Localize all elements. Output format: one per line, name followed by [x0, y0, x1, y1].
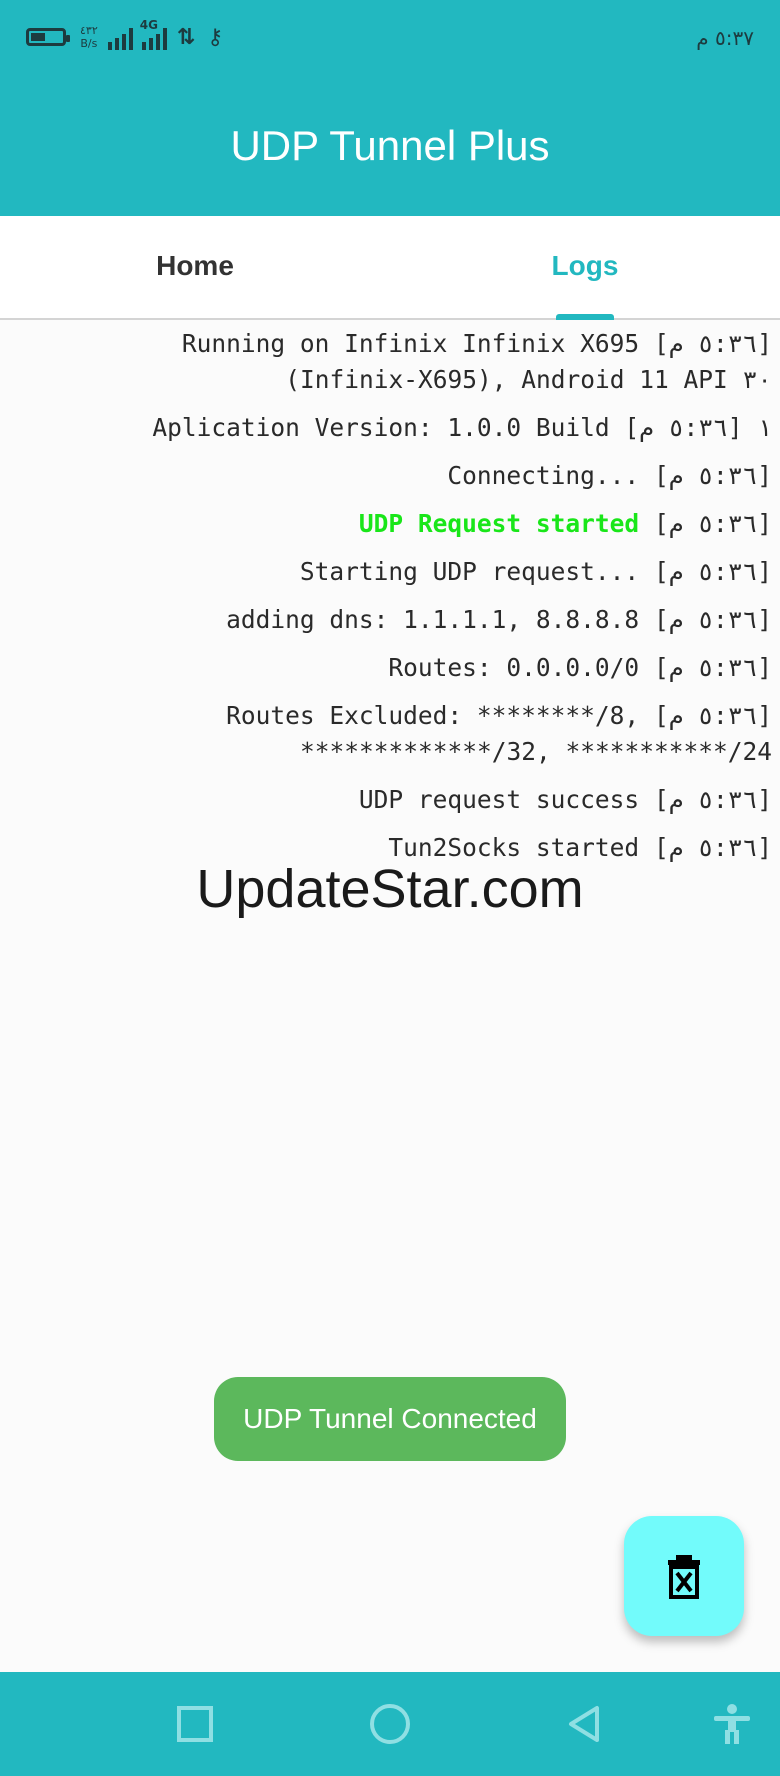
log-time: [٥:٣٦ م] — [653, 701, 772, 730]
toast-message: UDP Tunnel Connected — [214, 1377, 566, 1461]
log-message: adding dns: 1.1.1.1, 8.8.8.8 — [226, 605, 640, 634]
log-time: [٥:٣٦ م] — [653, 329, 772, 358]
log-entry: adding dns: 1.1.1.1, 8.8.8.8 [٥:٣٦ م] — [0, 602, 772, 638]
log-list: Running on Infinix Infinix X695 [٥:٣٦ م]… — [0, 326, 772, 878]
app-title: UDP Tunnel Plus — [230, 122, 550, 169]
log-message: *************/32, ***********/24 — [299, 737, 772, 766]
recents-square-icon[interactable] — [173, 1702, 217, 1746]
log-message: Starting UDP request... — [299, 557, 640, 586]
accessibility-icon[interactable] — [710, 1702, 754, 1746]
log-time: [٥:٣٦ م] — [653, 557, 772, 586]
status-icons-left: ٤٣٢ B/s 4G ⇅ ⚷ — [26, 18, 224, 50]
log-time: [٥:٣٦ م] — [653, 785, 772, 814]
back-triangle-icon[interactable] — [563, 1702, 607, 1746]
log-time: [٥:٣٦ م] — [653, 653, 772, 682]
app-bar: ٤٣٢ B/s 4G ⇅ ⚷ ٥:٣٧ م UDP Tunnel Plus — [0, 0, 780, 216]
log-message: Running on Infinix Infinix X695 — [181, 329, 640, 358]
clear-logs-icon — [668, 1555, 700, 1599]
clear-logs-button[interactable] — [624, 1516, 744, 1636]
log-entry: Running on Infinix Infinix X695 [٥:٣٦ م]… — [0, 326, 772, 398]
battery-icon — [26, 28, 70, 46]
log-entry: UDP Request started [٥:٣٦ م] — [0, 506, 772, 542]
log-entry: Aplication Version: 1.0.0 Build ١ [٥:٣٦ … — [0, 410, 772, 446]
status-bar: ٤٣٢ B/s 4G ⇅ ⚷ ٥:٣٧ م — [0, 0, 780, 80]
log-time: [٥:٣٦ م] — [653, 461, 772, 490]
network-speed: ٤٣٢ B/s — [80, 24, 98, 50]
log-entry: UDP request success [٥:٣٦ م] — [0, 782, 772, 818]
log-message: Connecting... — [447, 461, 640, 490]
vpn-key-icon: ⚷ — [207, 24, 224, 50]
log-entry: Starting UDP request... [٥:٣٦ م] — [0, 554, 772, 590]
log-time: [٥:٣٦ م] — [653, 509, 772, 538]
log-message: Routes Excluded: ********/8, — [226, 701, 640, 730]
tab-bar: Home Logs — [0, 216, 780, 320]
network-type-label: 4G — [139, 18, 158, 32]
status-time: ٥:٣٧ م — [696, 26, 754, 50]
log-message: UDP request success — [358, 785, 640, 814]
watermark: UpdateStar.com — [196, 859, 584, 919]
log-entry: Routes: 0.0.0.0/0 [٥:٣٦ م] — [0, 650, 772, 686]
network-speed-value: ٤٣٢ — [80, 24, 98, 37]
log-entry: Routes Excluded: ********/8, [٥:٣٦ م] ***… — [0, 698, 772, 770]
network-speed-unit: B/s — [80, 37, 98, 50]
home-circle-icon[interactable] — [368, 1702, 412, 1746]
log-time: [٥:٣٦ م] — [624, 413, 743, 442]
tab-logs[interactable]: Logs — [390, 250, 780, 282]
log-message: Routes: 0.0.0.0/0 — [388, 653, 640, 682]
navigation-bar — [0, 1672, 780, 1776]
tab-indicator — [556, 314, 614, 320]
log-message: UDP Request started — [358, 509, 640, 538]
log-entry: Connecting... [٥:٣٦ م] — [0, 458, 772, 494]
data-activity-icon: ⇅ — [176, 24, 196, 50]
log-message: (Infinix-X695), Android 11 API ٣٠ — [285, 365, 772, 394]
tab-home[interactable]: Home — [0, 250, 390, 282]
log-time: [٥:٣٦ م] — [653, 605, 772, 634]
signal-icon: 4G — [107, 18, 167, 50]
